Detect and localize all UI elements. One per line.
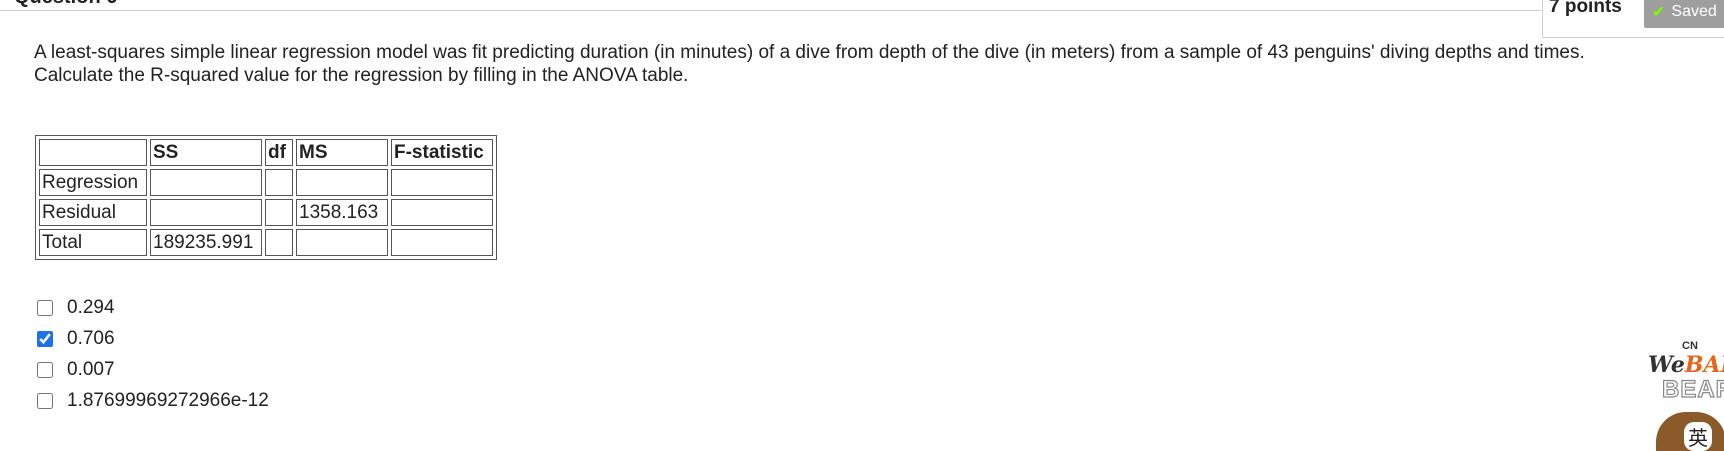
brand-we-text: WeBARE [1648,352,1724,378]
question-instruction: Calculate the R-squared value for the re… [34,65,689,86]
cell-regression-df [265,169,293,196]
language-badge[interactable]: 英 [1684,422,1712,451]
question-text: A least-squares simple linear regression… [34,41,1674,87]
answer-options: 0.294 0.706 0.007 1.87699969272966e-12 [37,292,269,416]
cell-total-f [391,229,493,256]
cell-regression-ms [296,169,388,196]
option-item[interactable]: 0.706 [37,323,269,354]
row-label: Regression [39,169,147,196]
header-divider [0,10,1542,11]
cell-residual-df [265,199,293,226]
cell-residual-ms: 1358.163 [296,199,388,226]
option-checkbox[interactable] [37,330,53,347]
check-icon: ✔ [1652,4,1666,21]
brand-we: We [1648,352,1685,378]
brand-logo: CN WeBARE BEARS 英 [1648,340,1724,451]
option-item[interactable]: 0.007 [37,354,269,385]
anova-row-residual: Residual 1358.163 [39,199,493,226]
cell-regression-ss [150,169,262,196]
cell-total-ss: 189235.991 [150,229,262,256]
option-label: 0.706 [67,327,115,349]
cell-residual-ss [150,199,262,226]
question-title: Question 6 [14,0,117,9]
row-label: Total [39,229,147,256]
header-blank [39,139,147,166]
header-f-statistic: F-statistic [391,139,493,166]
option-item[interactable]: 0.294 [37,292,269,323]
option-label: 0.294 [67,296,115,318]
brand-bare: BARE [1684,352,1724,378]
points-label: 7 points [1549,0,1622,17]
cell-total-df [265,229,293,256]
header-ss: SS [150,139,262,166]
option-item[interactable]: 1.87699969272966e-12 [37,385,269,416]
question-prompt: A least-squares simple linear regression… [34,42,1585,63]
option-checkbox[interactable] [37,361,53,378]
quiz-page: Question 6 7 points ✔ Saved A least-squa… [0,0,1724,451]
anova-row-total: Total 189235.991 [39,229,493,256]
saved-label: Saved [1671,3,1717,20]
brand-bears: BEARS [1661,375,1724,403]
option-label: 0.007 [67,358,115,380]
network-logo: CN [1682,340,1698,352]
header-ms: MS [296,139,388,166]
option-checkbox[interactable] [37,299,53,316]
anova-header-row: SS df MS F-statistic [39,139,493,166]
row-label: Residual [39,199,147,226]
saved-status-button[interactable]: ✔ Saved [1644,0,1724,28]
option-checkbox[interactable] [37,392,53,409]
cell-regression-f [391,169,493,196]
anova-row-regression: Regression [39,169,493,196]
option-label: 1.87699969272966e-12 [67,389,269,411]
cell-total-ms [296,229,388,256]
cell-residual-f [391,199,493,226]
header-df: df [265,139,293,166]
anova-table: SS df MS F-statistic Regression Residual… [35,135,497,260]
